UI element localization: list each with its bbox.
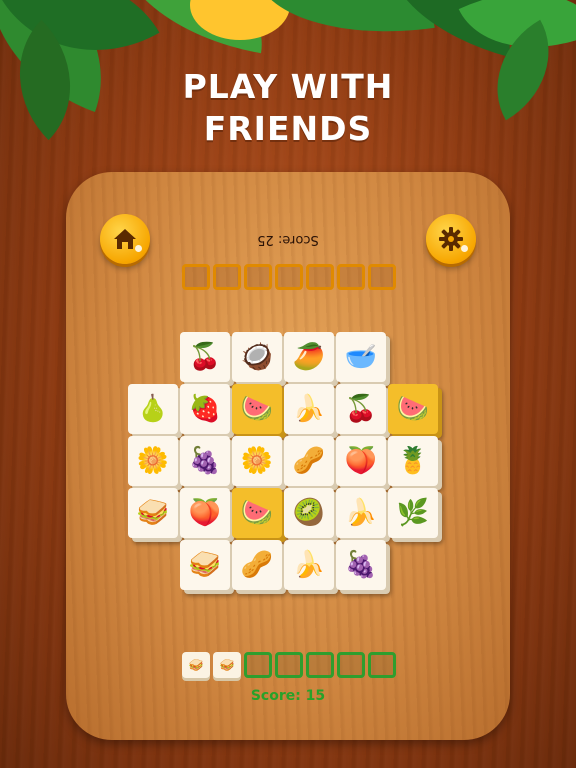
opponent-slot (337, 264, 365, 290)
tile-berries[interactable]: 🍇 (336, 540, 386, 590)
player-slot (306, 652, 334, 678)
opponent-slot (275, 264, 303, 290)
player-slot (244, 652, 272, 678)
tile-strawberry[interactable]: 🍓 (180, 384, 230, 434)
tile-almonds[interactable]: 🥜 (284, 436, 334, 486)
tile-banana[interactable]: 🍌 (284, 384, 334, 434)
tile-pineapple[interactable]: 🍍 (388, 436, 438, 486)
player-slot-sandwich: 🥪 (182, 652, 210, 678)
tile-cereal[interactable]: 🥣 (336, 332, 386, 382)
tile-sandwich[interactable]: 🥪 (128, 488, 178, 538)
headline: PLAY WITH FRIENDS (0, 66, 576, 150)
player-slot-sandwich: 🥪 (213, 652, 241, 678)
headline-line1: PLAY WITH (182, 67, 394, 106)
player-slot (337, 652, 365, 678)
player-score: Score: 15 (250, 688, 326, 704)
tile-watermelon[interactable]: 🍉 (232, 488, 282, 538)
opponent-slot (213, 264, 241, 290)
tile-flower-cookie[interactable]: 🌼 (232, 436, 282, 486)
opponent-slot (244, 264, 272, 290)
opponent-score: Score: 25 (257, 232, 319, 247)
tile-almonds[interactable]: 🥜 (232, 540, 282, 590)
opponent-slot-bar (182, 264, 396, 290)
tile-papaya[interactable]: 🍐 (128, 384, 178, 434)
tile-berries[interactable]: 🍇 (180, 436, 230, 486)
headline-line2: FRIENDS (203, 109, 373, 148)
player-slot-bar: 🥪 🥪 (182, 652, 396, 678)
tile-watermelon[interactable]: 🍉 (388, 384, 438, 434)
tile-peach[interactable]: 🍑 (180, 488, 230, 538)
tile-watermelon[interactable]: 🍉 (232, 384, 282, 434)
tile-cherries[interactable]: 🍒 (336, 384, 386, 434)
tile-sandwich[interactable]: 🥪 (180, 540, 230, 590)
tile-kiwi[interactable]: 🥝 (284, 488, 334, 538)
opponent-slot (306, 264, 334, 290)
tile-cherries[interactable]: 🍒 (180, 332, 230, 382)
tile-flower-cookie[interactable]: 🌼 (128, 436, 178, 486)
tile-banana[interactable]: 🍌 (336, 488, 386, 538)
player-slot (275, 652, 303, 678)
tile-mango[interactable]: 🥭 (284, 332, 334, 382)
tile-banana[interactable]: 🍌 (284, 540, 334, 590)
leaf-icon (255, 0, 435, 52)
tile-herb[interactable]: 🌿 (388, 488, 438, 538)
opponent-slot (182, 264, 210, 290)
tile-coconut[interactable]: 🥥 (232, 332, 282, 382)
tile-peach[interactable]: 🍑 (336, 436, 386, 486)
opponent-slot (368, 264, 396, 290)
player-slot (368, 652, 396, 678)
